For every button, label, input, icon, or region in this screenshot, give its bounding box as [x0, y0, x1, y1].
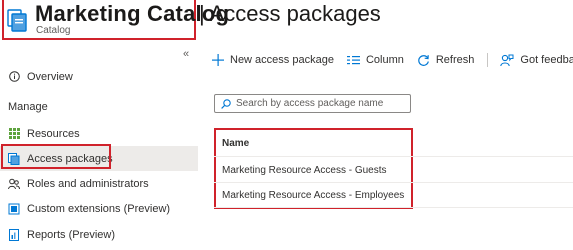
- extension-icon: [8, 203, 20, 215]
- sidebar-item-label: Overview: [27, 70, 73, 83]
- collapse-sidebar-button[interactable]: «: [183, 48, 189, 60]
- feedback-button[interactable]: Got feedback?: [500, 54, 573, 67]
- column-header-name[interactable]: Name: [222, 138, 249, 149]
- search-box[interactable]: [214, 94, 411, 113]
- sidebar-item-label: Reports (Preview): [27, 228, 116, 241]
- sidebar-item-resources[interactable]: Resources: [0, 121, 198, 146]
- sidebar: « Overview Manage Resources Access packa…: [0, 44, 198, 250]
- sidebar-section-manage: Manage: [8, 101, 48, 113]
- sidebar-item-roles[interactable]: Roles and administrators: [0, 171, 198, 196]
- access-packages-highlight-box: [1, 144, 111, 169]
- new-access-package-button[interactable]: New access package: [212, 54, 334, 66]
- toolbar-divider: [487, 53, 489, 67]
- column-button[interactable]: Column: [346, 54, 404, 66]
- sidebar-item-overview[interactable]: Overview: [0, 64, 198, 89]
- more-options-button[interactable]: ···: [366, 5, 381, 19]
- sidebar-item-custom-extensions[interactable]: Custom extensions (Preview): [0, 196, 198, 221]
- search-icon: [221, 98, 231, 109]
- report-icon: [8, 228, 20, 241]
- table-row[interactable]: Marketing Resource Access - Employees: [222, 190, 404, 201]
- feedback-icon: [500, 54, 514, 67]
- sidebar-item-reports[interactable]: Reports (Preview): [0, 222, 198, 247]
- info-icon: [8, 71, 20, 83]
- people-icon: [8, 178, 20, 190]
- row-divider: [214, 207, 573, 208]
- header-divider: [214, 156, 573, 157]
- plus-icon: [212, 54, 224, 66]
- page-subtitle: Catalog: [36, 25, 71, 36]
- page-header: Marketing Catalog Catalog | Access packa…: [0, 0, 573, 44]
- refresh-icon: [417, 54, 430, 67]
- columns-icon: [346, 55, 360, 65]
- table-row[interactable]: Marketing Resource Access - Guests: [222, 165, 387, 176]
- sidebar-item-label: Custom extensions (Preview): [27, 202, 171, 215]
- command-bar: New access package Column Refresh Got fe…: [212, 49, 573, 71]
- resources-grid-icon: [8, 128, 20, 140]
- section-title: | Access packages: [199, 1, 381, 26]
- new-access-package-label: New access package: [230, 54, 334, 66]
- sidebar-item-label: Resources: [27, 127, 80, 140]
- sidebar-item-label: Roles and administrators: [27, 177, 149, 190]
- row-divider: [214, 182, 573, 183]
- search-input[interactable]: [236, 98, 406, 109]
- column-label: Column: [365, 54, 404, 66]
- refresh-button[interactable]: Refresh: [417, 54, 475, 67]
- refresh-label: Refresh: [435, 54, 475, 66]
- feedback-label: Got feedback?: [520, 54, 573, 66]
